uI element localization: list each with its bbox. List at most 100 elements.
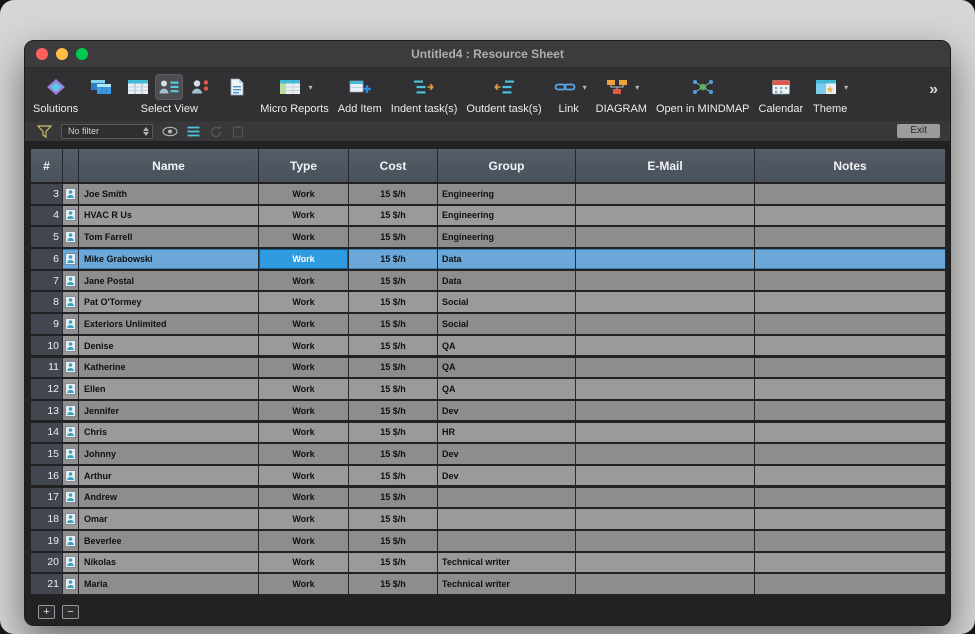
mindmap-icon[interactable]	[689, 74, 717, 100]
name-cell[interactable]: Jennifer	[79, 401, 259, 421]
notes-cell[interactable]	[755, 423, 946, 443]
diagram-icon[interactable]	[603, 74, 631, 100]
type-cell[interactable]: Work	[259, 184, 349, 204]
type-cell[interactable]: Work	[259, 206, 349, 226]
name-cell[interactable]: Ellen	[79, 379, 259, 399]
cost-cell[interactable]: 15 $/h	[349, 574, 438, 594]
table-row[interactable]: 21 MariaWork15 $/hTechnical writer	[31, 574, 946, 594]
row-number-cell[interactable]: 13	[31, 401, 63, 421]
name-cell[interactable]: Exteriors Unlimited	[79, 314, 259, 334]
group-cell[interactable]: Dev	[438, 444, 576, 464]
outdent-icon[interactable]	[490, 74, 518, 100]
filter-select[interactable]: No filter	[61, 124, 153, 139]
table-row[interactable]: 10DeniseWork15 $/hQA	[31, 336, 946, 356]
cost-cell[interactable]: 15 $/h	[349, 227, 438, 247]
type-cell[interactable]: Work	[259, 574, 349, 594]
type-cell[interactable]: Work	[259, 488, 349, 508]
row-number-cell[interactable]: 10	[31, 336, 63, 356]
email-cell[interactable]	[576, 509, 755, 529]
cost-cell[interactable]: 15 $/h	[349, 184, 438, 204]
group-cell[interactable]: Engineering	[438, 184, 576, 204]
table-row[interactable]: 11KatherineWork15 $/hQA	[31, 358, 946, 378]
group-cell[interactable]: Data	[438, 249, 576, 269]
table-row[interactable]: 12EllenWork15 $/hQA	[31, 379, 946, 399]
name-cell[interactable]: Arthur	[79, 466, 259, 486]
row-number-cell[interactable]: 3	[31, 184, 63, 204]
cost-cell[interactable]: 15 $/h	[349, 423, 438, 443]
group-cell[interactable]: QA	[438, 358, 576, 378]
close-button[interactable]	[36, 48, 48, 60]
zoom-button[interactable]	[76, 48, 88, 60]
type-cell[interactable]: Work	[259, 249, 349, 269]
column-header[interactable]: Group	[438, 149, 576, 182]
notes-cell[interactable]	[755, 206, 946, 226]
email-cell[interactable]	[576, 444, 755, 464]
row-number-cell[interactable]: 15	[31, 444, 63, 464]
cost-cell[interactable]: 15 $/h	[349, 509, 438, 529]
cost-cell[interactable]: 15 $/h	[349, 488, 438, 508]
notes-cell[interactable]	[755, 336, 946, 356]
link-icon[interactable]	[551, 74, 579, 100]
cost-cell[interactable]: 15 $/h	[349, 206, 438, 226]
column-header[interactable]: Notes	[755, 149, 946, 182]
name-cell[interactable]: Joe Smith	[79, 184, 259, 204]
group-cell[interactable]: Engineering	[438, 206, 576, 226]
name-cell[interactable]: Mike Grabowski	[79, 249, 259, 269]
email-cell[interactable]	[576, 401, 755, 421]
name-cell[interactable]: Maria	[79, 574, 259, 594]
theme-icon[interactable]	[812, 74, 840, 100]
row-number-cell[interactable]: 20	[31, 553, 63, 573]
cost-cell[interactable]: 15 $/h	[349, 249, 438, 269]
minimize-button[interactable]	[56, 48, 68, 60]
notes-cell[interactable]	[755, 379, 946, 399]
group-cell[interactable]: Dev	[438, 401, 576, 421]
name-cell[interactable]: Andrew	[79, 488, 259, 508]
table-row[interactable]: 18OmarWork15 $/h	[31, 509, 946, 529]
column-header[interactable]: #	[31, 149, 63, 182]
type-cell[interactable]: Work	[259, 336, 349, 356]
group-cell[interactable]: Technical writer	[438, 574, 576, 594]
table-row[interactable]: 6 Mike GrabowskiWork15 $/hData	[31, 249, 946, 269]
name-cell[interactable]: Nikolas	[79, 553, 259, 573]
notes-cell[interactable]	[755, 249, 946, 269]
name-cell[interactable]: Chris	[79, 423, 259, 443]
indent-icon[interactable]	[410, 74, 438, 100]
cost-cell[interactable]: 15 $/h	[349, 553, 438, 573]
solutions-icon[interactable]	[42, 74, 70, 100]
table-row[interactable]: 17AndrewWork15 $/h	[31, 488, 946, 508]
table-row[interactable]: 8Pat O'TormeyWork15 $/hSocial	[31, 292, 946, 312]
row-number-cell[interactable]: 6	[31, 249, 63, 269]
group-cell[interactable]: Social	[438, 292, 576, 312]
row-number-cell[interactable]: 11	[31, 358, 63, 378]
notes-cell[interactable]	[755, 553, 946, 573]
type-cell[interactable]: Work	[259, 466, 349, 486]
cost-cell[interactable]: 15 $/h	[349, 314, 438, 334]
group-cell[interactable]	[438, 488, 576, 508]
name-cell[interactable]: Beverlee	[79, 531, 259, 551]
group-cell[interactable]: QA	[438, 336, 576, 356]
column-header[interactable]: E-Mail	[576, 149, 755, 182]
cost-cell[interactable]: 15 $/h	[349, 271, 438, 291]
show-hide-eye-icon[interactable]	[162, 126, 178, 137]
group-cell[interactable]: Engineering	[438, 227, 576, 247]
cost-cell[interactable]: 15 $/h	[349, 401, 438, 421]
name-cell[interactable]: Tom Farrell	[79, 227, 259, 247]
cost-cell[interactable]: 15 $/h	[349, 531, 438, 551]
row-number-cell[interactable]: 7	[31, 271, 63, 291]
email-cell[interactable]	[576, 488, 755, 508]
type-cell[interactable]: Work	[259, 553, 349, 573]
column-header[interactable]: Name	[79, 149, 259, 182]
group-cell[interactable]	[438, 509, 576, 529]
table-row[interactable]: 3 Joe SmithWork15 $/hEngineering	[31, 184, 946, 204]
list-view-icon[interactable]	[187, 126, 200, 137]
row-number-cell[interactable]: 8	[31, 292, 63, 312]
email-cell[interactable]	[576, 574, 755, 594]
type-cell[interactable]: Work	[259, 358, 349, 378]
refresh-icon[interactable]	[209, 125, 223, 138]
row-number-cell[interactable]: 16	[31, 466, 63, 486]
row-number-cell[interactable]: 21	[31, 574, 63, 594]
table-row[interactable]: 4HVAC R UsWork15 $/hEngineering	[31, 206, 946, 226]
type-cell[interactable]: Work	[259, 509, 349, 529]
name-cell[interactable]: Katherine	[79, 358, 259, 378]
cost-cell[interactable]: 15 $/h	[349, 292, 438, 312]
